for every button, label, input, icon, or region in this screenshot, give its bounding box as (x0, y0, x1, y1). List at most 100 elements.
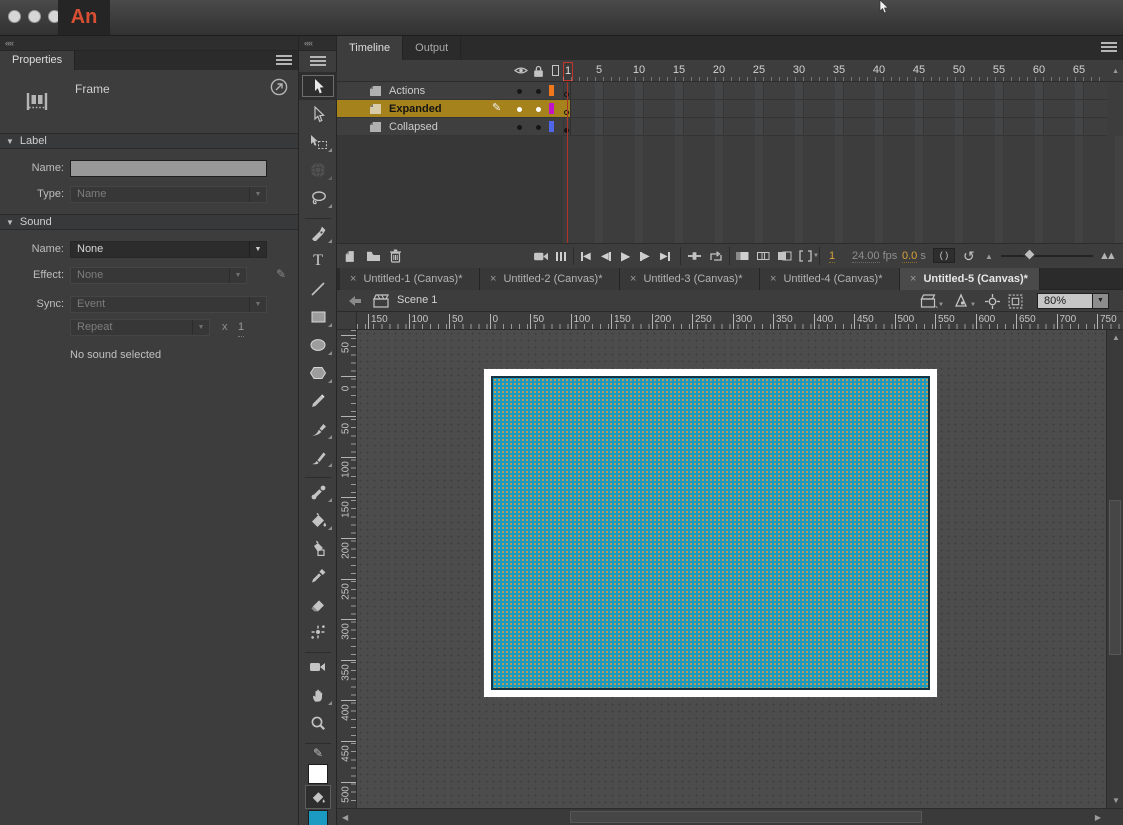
close-tab-icon[interactable]: × (350, 273, 356, 285)
document-tab-3[interactable]: ×Untitled-3 (Canvas)* (620, 268, 760, 290)
paint-brush-tool[interactable] (299, 415, 337, 443)
polystar-tool[interactable] (299, 359, 337, 387)
layer-name[interactable]: Collapsed (389, 118, 438, 136)
layer-outline-color-swatch[interactable] (549, 121, 554, 132)
playhead-line[interactable] (567, 82, 568, 243)
scroll-down-icon[interactable]: ▼ (1112, 796, 1120, 805)
layer-visibility-dot[interactable] (517, 107, 522, 112)
timeline-frame-header[interactable]: 1 5101520253035404550556065 ▲ (337, 60, 1123, 82)
step-forward-button[interactable]: ▶ (640, 248, 650, 264)
new-folder-button[interactable] (366, 248, 381, 264)
tools-menu-icon[interactable] (310, 56, 326, 67)
clip-content-icon[interactable] (1008, 294, 1023, 309)
eyedropper-tool[interactable] (299, 562, 337, 590)
new-layer-button[interactable] (343, 248, 356, 264)
hand-tool[interactable] (299, 681, 337, 709)
frame-rate-value[interactable]: 24.00 fps (852, 248, 897, 264)
elapsed-time-value[interactable]: 0.0 s (902, 248, 926, 264)
back-arrow-icon[interactable] (349, 296, 361, 306)
layer-name[interactable]: Expanded (389, 100, 442, 118)
properties-menu-icon[interactable] (276, 55, 292, 66)
add-camera-button[interactable] (533, 248, 550, 264)
oval-tool[interactable] (299, 331, 337, 359)
vertical-scrollbar[interactable]: ▲ ▼ (1106, 330, 1123, 808)
show-hide-all-layers-icon[interactable] (514, 65, 528, 76)
ink-bottle-tool[interactable] (299, 534, 337, 562)
close-tab-icon[interactable]: × (910, 273, 916, 285)
text-tool[interactable]: T (299, 247, 337, 275)
edit-symbols-icon[interactable] (953, 293, 969, 308)
layer-outline-color-swatch[interactable] (549, 103, 554, 114)
timeline-scroll-up-icon[interactable]: ▲ (1112, 68, 1119, 75)
scroll-up-icon[interactable]: ▲ (1112, 333, 1120, 342)
onion-range-button[interactable]: ( ) (933, 248, 955, 263)
go-to-first-frame-button[interactable]: ◀ (581, 248, 591, 264)
sound-repeat-dropdown[interactable]: Repeat▼ (70, 319, 210, 336)
close-tab-icon[interactable]: × (630, 273, 636, 285)
document-tab-5[interactable]: ×Untitled-5 (Canvas)* (900, 268, 1040, 290)
onion-skin-outlines-button[interactable] (756, 248, 771, 264)
layer-visibility-dot[interactable] (517, 89, 522, 94)
keyframe-navigator-icon[interactable] (270, 78, 288, 96)
timeline-zoom-in-icon[interactable]: ▲▲ (1099, 248, 1113, 264)
layer-visibility-dot[interactable] (517, 125, 522, 130)
asset-warp-tool[interactable] (299, 618, 337, 646)
line-tool[interactable] (299, 275, 337, 303)
section-sound-header[interactable]: ▼Sound (0, 214, 298, 230)
lock-all-layers-icon[interactable] (533, 65, 544, 78)
stroke-color-chip[interactable] (308, 764, 328, 784)
window-close-button[interactable] (8, 10, 21, 23)
reset-timeline-zoom-button[interactable]: ↺ (963, 248, 975, 264)
zoom-tool[interactable] (299, 709, 337, 737)
document-tab-4[interactable]: ×Untitled-4 (Canvas)* (760, 268, 900, 290)
layer-lock-dot[interactable] (536, 89, 541, 94)
layer-row-collapsed[interactable]: Collapsed (337, 118, 563, 136)
camera-tool[interactable] (299, 653, 337, 681)
layer-frames-collapsed[interactable] (563, 118, 1107, 136)
timeline-zoom-slider[interactable] (1001, 255, 1093, 257)
layer-depth-button[interactable] (556, 248, 566, 264)
pen-tool[interactable] (299, 219, 337, 247)
horizontal-scrollbar[interactable]: ◀ ▶ (337, 808, 1123, 825)
layer-lock-dot[interactable] (536, 107, 541, 112)
fill-color-chip[interactable] (308, 810, 328, 825)
rectangle-tool[interactable] (299, 303, 337, 331)
sound-sync-dropdown[interactable]: Event▼ (70, 296, 267, 313)
label-type-dropdown[interactable]: Name▼ (70, 186, 267, 203)
stage-viewport[interactable] (357, 330, 1106, 808)
scroll-left-icon[interactable]: ◀ (342, 813, 348, 822)
edit-scene-arrow-icon[interactable]: ▼ (938, 302, 944, 308)
layer-row-expanded[interactable]: Expanded✎ (337, 100, 563, 118)
paint-bucket-tool[interactable] (299, 506, 337, 534)
selected-rectangle-shape[interactable] (491, 376, 930, 690)
edit-scene-icon[interactable] (920, 294, 938, 308)
current-frame-value[interactable]: 1 (829, 248, 835, 264)
document-tab-1[interactable]: ×Untitled-1 (Canvas)* (340, 268, 480, 290)
layer-frames-expanded[interactable] (563, 100, 1107, 118)
stage-canvas[interactable] (484, 369, 937, 697)
timeline-zoom-slider-thumb[interactable] (1023, 248, 1036, 261)
timeline-zoom-out-icon[interactable]: ▲ (985, 248, 993, 264)
layer-name[interactable]: Actions (389, 82, 425, 100)
play-button[interactable]: ▶ (621, 248, 630, 264)
label-name-input[interactable] (70, 160, 267, 177)
edit-symbols-arrow-icon[interactable]: ▼ (970, 302, 976, 308)
modify-markers-button[interactable]: ▼ (798, 248, 819, 264)
horizontal-scrollbar-thumb[interactable] (570, 811, 922, 823)
delete-layer-button[interactable] (389, 248, 402, 264)
onion-skin-button[interactable] (735, 248, 750, 264)
brush-tool[interactable] (299, 443, 337, 471)
subselection-tool[interactable] (299, 100, 337, 128)
collapse-properties-icon[interactable]: «« (0, 38, 13, 48)
close-tab-icon[interactable]: × (770, 273, 776, 285)
vertical-scrollbar-thumb[interactable] (1109, 500, 1121, 655)
fill-color-bucket-icon[interactable] (306, 786, 330, 808)
3d-rotation-tool[interactable] (299, 156, 337, 184)
edit-multiple-frames-button[interactable] (777, 248, 792, 264)
tab-properties[interactable]: Properties (0, 51, 75, 70)
tab-timeline[interactable]: Timeline (337, 36, 403, 60)
timeline-menu-icon[interactable] (1101, 42, 1117, 53)
close-tab-icon[interactable]: × (490, 273, 496, 285)
repeat-count-value[interactable]: 1 (238, 319, 244, 337)
free-transform-tool[interactable] (299, 128, 337, 156)
